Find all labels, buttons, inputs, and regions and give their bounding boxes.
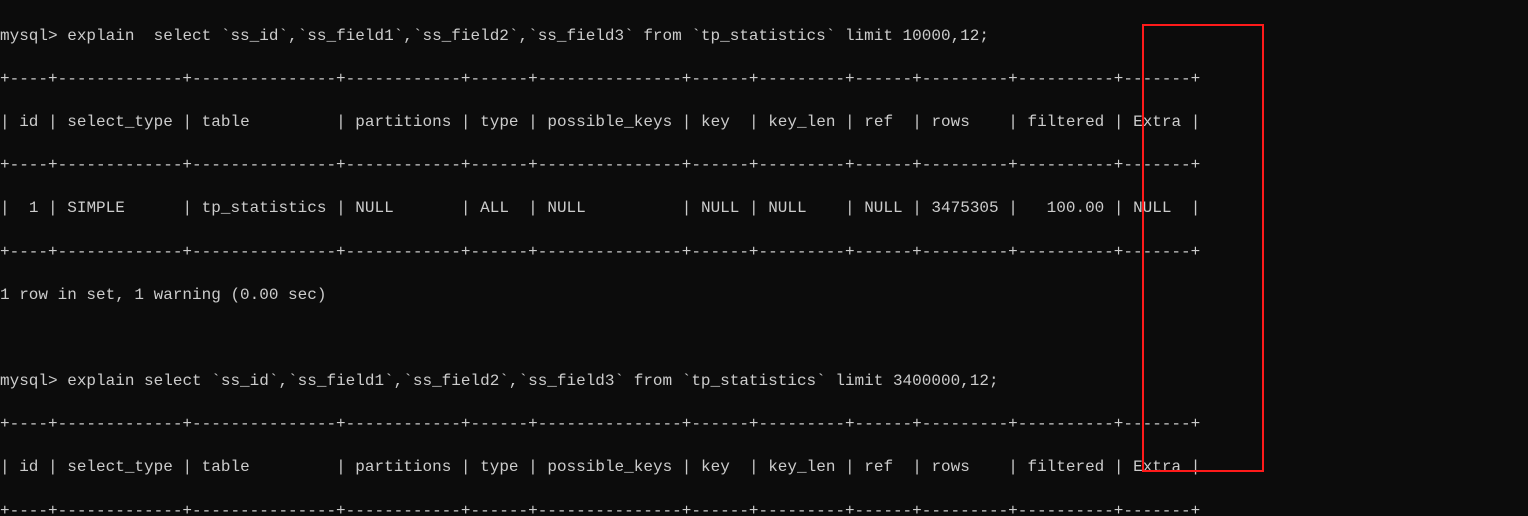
cell-partitions: NULL [355, 199, 393, 217]
col-key: key [701, 113, 730, 131]
col-possible-keys: possible_keys [547, 458, 672, 476]
col-rows: rows [931, 458, 969, 476]
col-key-len: key_len [768, 113, 835, 131]
result-footer: 1 row in set, 1 warning (0.00 sec) [0, 285, 1528, 307]
table-header-row: | id | select_type | table | partitions … [0, 457, 1528, 479]
query-line: mysql> explain select `ss_id`,`ss_field1… [0, 26, 1528, 48]
blank-line [0, 328, 1528, 350]
cell-key-len: NULL [768, 199, 806, 217]
table-border: +----+-------------+---------------+----… [0, 242, 1528, 264]
col-table: table [202, 113, 250, 131]
col-extra: Extra [1133, 113, 1181, 131]
col-table: table [202, 458, 250, 476]
cell-select-type: SIMPLE [67, 199, 125, 217]
col-type: type [480, 113, 518, 131]
table-border: +----+-------------+---------------+----… [0, 69, 1528, 91]
table-border: +----+-------------+---------------+----… [0, 414, 1528, 436]
col-partitions: partitions [355, 113, 451, 131]
col-ref: ref [864, 458, 893, 476]
table-header-row: | id | select_type | table | partitions … [0, 112, 1528, 134]
col-rows: rows [931, 113, 969, 131]
prompt: mysql> [0, 372, 58, 390]
cell-key: NULL [701, 199, 739, 217]
cell-possible-keys: NULL [547, 199, 585, 217]
query-line: mysql> explain select `ss_id`,`ss_field1… [0, 371, 1528, 393]
col-id: id [19, 113, 38, 131]
col-filtered: filtered [1027, 113, 1104, 131]
col-filtered: filtered [1027, 458, 1104, 476]
table-row: | 1 | SIMPLE | tp_statistics | NULL | AL… [0, 198, 1528, 220]
col-extra: Extra [1133, 458, 1181, 476]
sql-command: explain select `ss_id`,`ss_field1`,`ss_f… [67, 27, 989, 45]
cell-filtered: 100.00 [1047, 199, 1105, 217]
col-type: type [480, 458, 518, 476]
col-ref: ref [864, 113, 893, 131]
col-id: id [19, 458, 38, 476]
cell-rows: 3475305 [931, 199, 998, 217]
mysql-terminal[interactable]: mysql> explain select `ss_id`,`ss_field1… [0, 0, 1528, 516]
prompt: mysql> [0, 27, 58, 45]
cell-extra: NULL [1133, 199, 1171, 217]
table-border: +----+-------------+---------------+----… [0, 501, 1528, 516]
col-possible-keys: possible_keys [547, 113, 672, 131]
cell-table: tp_statistics [202, 199, 327, 217]
col-partitions: partitions [355, 458, 451, 476]
col-key-len: key_len [768, 458, 835, 476]
sql-command: explain select `ss_id`,`ss_field1`,`ss_f… [67, 372, 998, 390]
col-select-type: select_type [67, 113, 173, 131]
col-key: key [701, 458, 730, 476]
col-select-type: select_type [67, 458, 173, 476]
cell-ref: NULL [864, 199, 902, 217]
cell-type: ALL [480, 199, 509, 217]
table-border: +----+-------------+---------------+----… [0, 155, 1528, 177]
cell-id: 1 [29, 199, 39, 217]
